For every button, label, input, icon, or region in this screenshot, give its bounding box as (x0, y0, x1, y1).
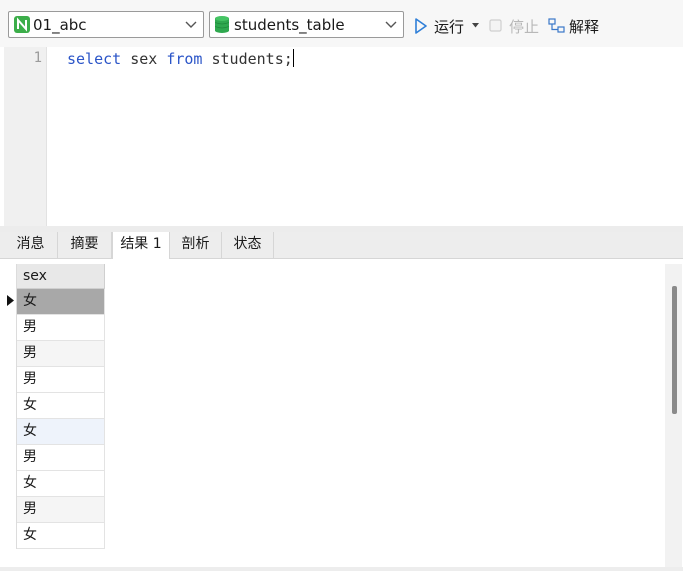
sql-text: students; (202, 50, 293, 68)
explain-icon (548, 18, 565, 33)
explain-label: 解释 (569, 18, 600, 36)
vertical-scrollbar[interactable] (665, 264, 682, 570)
sql-keyword: from (166, 50, 203, 68)
table-row[interactable]: 女 (17, 393, 105, 419)
scrollbar-thumb[interactable] (672, 286, 677, 414)
connection-select[interactable]: 01_abc (8, 11, 204, 38)
tab-summary[interactable]: 摘要 (58, 232, 112, 258)
table-row[interactable]: 男 (17, 497, 105, 523)
result-grid: sex 女 男 男 男 女 女 男 女 男 女 (16, 264, 105, 549)
table-row[interactable]: 女 (17, 419, 105, 445)
tab-profile[interactable]: 剖析 (170, 232, 222, 258)
tab-label: 结果 1 (120, 236, 162, 252)
table-row[interactable]: 男 (17, 315, 105, 341)
result-tab-bar: 消息 摘要 结果 1 剖析 状态 (0, 232, 683, 259)
stop-icon (489, 19, 502, 32)
column-header-sex[interactable]: sex (17, 264, 105, 289)
code-line[interactable]: select sex from students; (67, 49, 294, 68)
current-row-marker-icon (7, 295, 14, 306)
database-select[interactable]: students_table (209, 11, 404, 38)
tab-result-1[interactable]: 结果 1 (112, 232, 170, 259)
text-caret (292, 49, 294, 67)
chevron-down-icon (185, 21, 197, 28)
connection-icon (14, 16, 30, 33)
tab-messages[interactable]: 消息 (4, 232, 58, 258)
sql-text: sex (121, 50, 167, 68)
tab-label: 状态 (233, 236, 262, 252)
sql-editor[interactable]: 1 select sex from students; (0, 47, 683, 227)
result-grid-area: sex 女 男 男 男 女 女 男 女 男 女 (0, 259, 683, 571)
tab-status[interactable]: 状态 (222, 232, 274, 258)
table-row[interactable]: 男 (17, 367, 105, 393)
table-row[interactable]: 女 (17, 471, 105, 497)
sql-keyword: select (67, 50, 122, 68)
play-icon (415, 18, 427, 34)
run-label: 运行 (434, 18, 465, 36)
table-row[interactable]: 男 (17, 445, 105, 471)
table-row[interactable]: 女 (17, 289, 105, 315)
line-number-gutter: 1 (4, 47, 47, 227)
run-dropdown-caret-icon[interactable] (472, 23, 479, 28)
table-row[interactable]: 男 (17, 341, 105, 367)
table-row[interactable]: 女 (17, 523, 105, 549)
tab-label: 摘要 (70, 236, 99, 252)
query-toolbar: 01_abc students_table 运行 停止 解释 (0, 0, 683, 48)
connection-value: 01_abc (33, 16, 87, 34)
tab-label: 消息 (16, 236, 45, 252)
stop-button[interactable]: 停止 (489, 16, 541, 36)
bottom-border (0, 567, 683, 571)
stop-label: 停止 (509, 18, 540, 36)
chevron-down-icon (385, 21, 397, 28)
explain-button[interactable]: 解释 (548, 16, 606, 36)
line-number: 1 (33, 50, 42, 66)
database-icon (215, 16, 229, 33)
tab-label: 剖析 (181, 236, 210, 252)
run-button[interactable]: 运行 (414, 16, 476, 36)
database-value: students_table (234, 16, 345, 34)
